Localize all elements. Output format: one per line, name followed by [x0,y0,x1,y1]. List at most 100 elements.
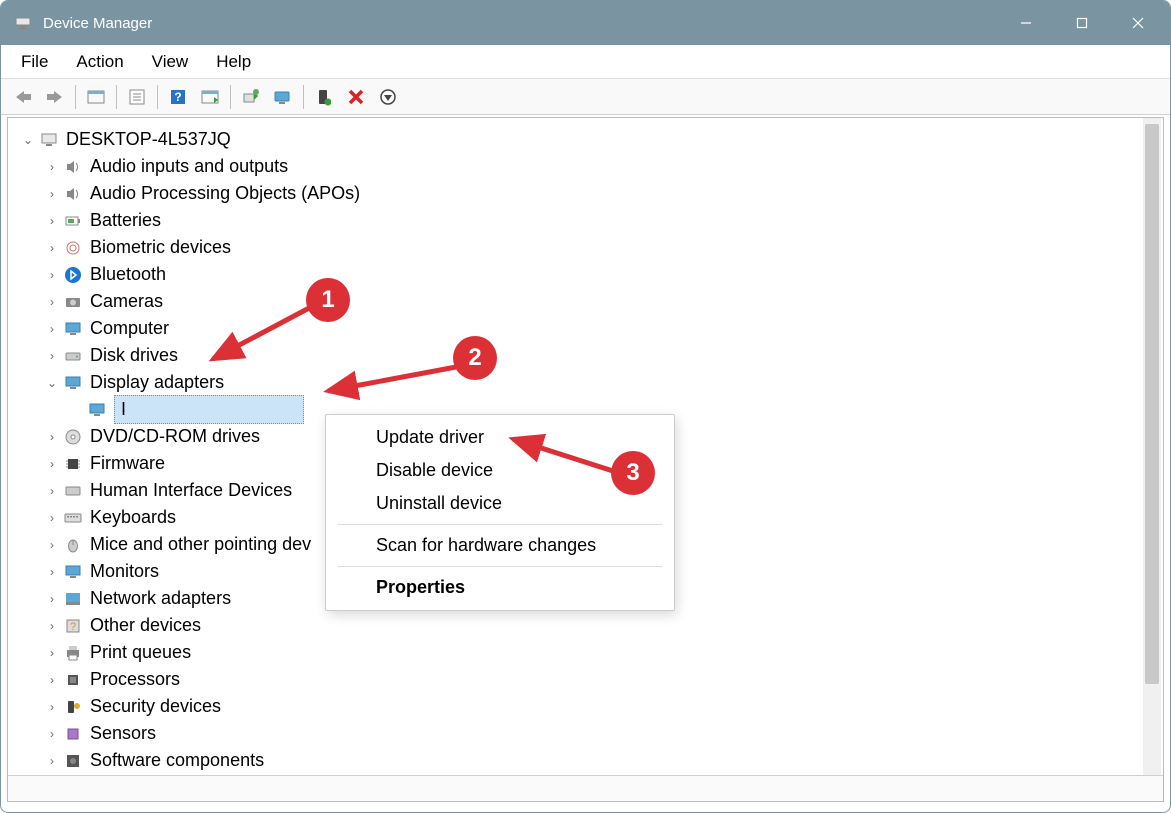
app-icon [13,13,33,33]
menu-file[interactable]: File [7,48,62,76]
category-label: Batteries [90,207,161,234]
help-button[interactable]: ? [163,83,193,111]
tree-category[interactable]: ›Audio Processing Objects (APOs) [18,180,1163,207]
tree-category[interactable]: › Batteries [18,207,1163,234]
expand-icon[interactable]: › [42,725,62,743]
expand-icon[interactable]: › [42,239,62,257]
expand-icon[interactable]: › [42,347,62,365]
minimize-button[interactable] [998,1,1054,45]
tree-category[interactable]: ⌄ Display adapters [18,369,1163,396]
expand-icon[interactable]: › [42,698,62,716]
tree-category[interactable]: ›Biometric devices [18,234,1163,261]
scrollbar-thumb[interactable] [1145,124,1159,684]
category-label: Software components [90,747,264,774]
computer-icon [38,129,60,151]
down-button[interactable] [373,83,403,111]
tree-category[interactable]: ›Bluetooth [18,261,1163,288]
category-label: Cameras [90,288,163,315]
show-hidden-button[interactable] [81,83,111,111]
expand-icon[interactable]: › [42,509,62,527]
menu-bar: File Action View Help [1,45,1170,79]
display-icon [62,372,84,394]
expand-icon[interactable]: › [42,185,62,203]
tree-category[interactable]: › Processors [18,666,1163,693]
speaker-icon [62,156,84,178]
expand-icon[interactable]: › [42,212,62,230]
expand-icon[interactable]: › [42,590,62,608]
printer-icon [62,642,84,664]
expand-icon[interactable]: › [42,158,62,176]
uninstall-button[interactable] [341,83,371,111]
annotation-arrow-1 [201,301,321,371]
keyboard-icon [62,507,84,529]
category-label: Firmware [90,450,165,477]
tree-category[interactable]: ›Disk drives [18,342,1163,369]
status-bar [8,775,1163,801]
expand-icon[interactable]: › [42,320,62,338]
properties-button[interactable] [122,83,152,111]
tree-category[interactable]: › Computer [18,315,1163,342]
vertical-scrollbar[interactable] [1143,118,1161,801]
svg-text:?: ? [174,90,181,104]
category-label: Display adapters [90,369,224,396]
close-button[interactable] [1110,1,1166,45]
back-button[interactable] [8,83,38,111]
expand-icon[interactable]: › [42,455,62,473]
cm-properties[interactable]: Properties [326,571,674,604]
cm-scan-hardware[interactable]: Scan for hardware changes [326,529,674,562]
category-label: Mice and other pointing dev [90,531,311,558]
tree-category[interactable]: › Print queues [18,639,1163,666]
cm-separator [338,566,662,567]
collapse-icon[interactable]: ⌄ [18,131,38,149]
category-label: Monitors [90,558,159,585]
camera-icon [62,291,84,313]
annotation-badge-2: 2 [453,336,497,380]
root-node[interactable]: ⌄ DESKTOP-4L537JQ [18,126,1163,153]
category-label: Sensors [90,720,156,747]
tree-category[interactable]: ›Security devices [18,693,1163,720]
expand-icon[interactable]: › [42,752,62,770]
title-bar[interactable]: Device Manager [1,1,1170,45]
expand-icon[interactable]: › [42,617,62,635]
expand-icon[interactable]: › [42,536,62,554]
cm-update-driver[interactable]: Update driver [326,421,674,454]
device-manager-window: Device Manager File Action View Help ? [0,0,1171,813]
menu-action[interactable]: Action [62,48,137,76]
battery-icon [62,210,84,232]
toolbar: ? [1,79,1170,115]
menu-view[interactable]: View [138,48,203,76]
tree-category[interactable]: ›? Other devices [18,612,1163,639]
action-button[interactable] [195,83,225,111]
category-label: Print queues [90,639,191,666]
display-icon [86,399,108,421]
sensor-icon [62,723,84,745]
expand-icon[interactable]: › [42,644,62,662]
tree-category[interactable]: › Cameras [18,288,1163,315]
category-label: Computer [90,315,169,342]
fingerprint-icon [62,237,84,259]
tree-category[interactable]: › Software components [18,747,1163,774]
tree-category[interactable]: › Sensors [18,720,1163,747]
update-driver-button[interactable] [236,83,266,111]
menu-help[interactable]: Help [202,48,265,76]
scan-button[interactable] [268,83,298,111]
maximize-button[interactable] [1054,1,1110,45]
cm-separator [338,524,662,525]
expand-icon[interactable]: › [42,428,62,446]
hid-icon [62,480,84,502]
enable-button[interactable] [309,83,339,111]
expand-icon[interactable]: › [42,293,62,311]
category-label: Other devices [90,612,201,639]
expand-icon[interactable]: › [42,563,62,581]
mouse-icon [62,534,84,556]
collapse-icon[interactable]: ⌄ [42,374,62,392]
expand-icon[interactable]: › [42,266,62,284]
expand-icon[interactable]: › [42,482,62,500]
expand-icon[interactable]: › [42,671,62,689]
svg-text:?: ? [70,621,76,633]
window-title: Device Manager [43,15,998,32]
category-label: Network adapters [90,585,231,612]
forward-button[interactable] [40,83,70,111]
tree-category[interactable]: ›Audio inputs and outputs [18,153,1163,180]
category-label: Processors [90,666,180,693]
